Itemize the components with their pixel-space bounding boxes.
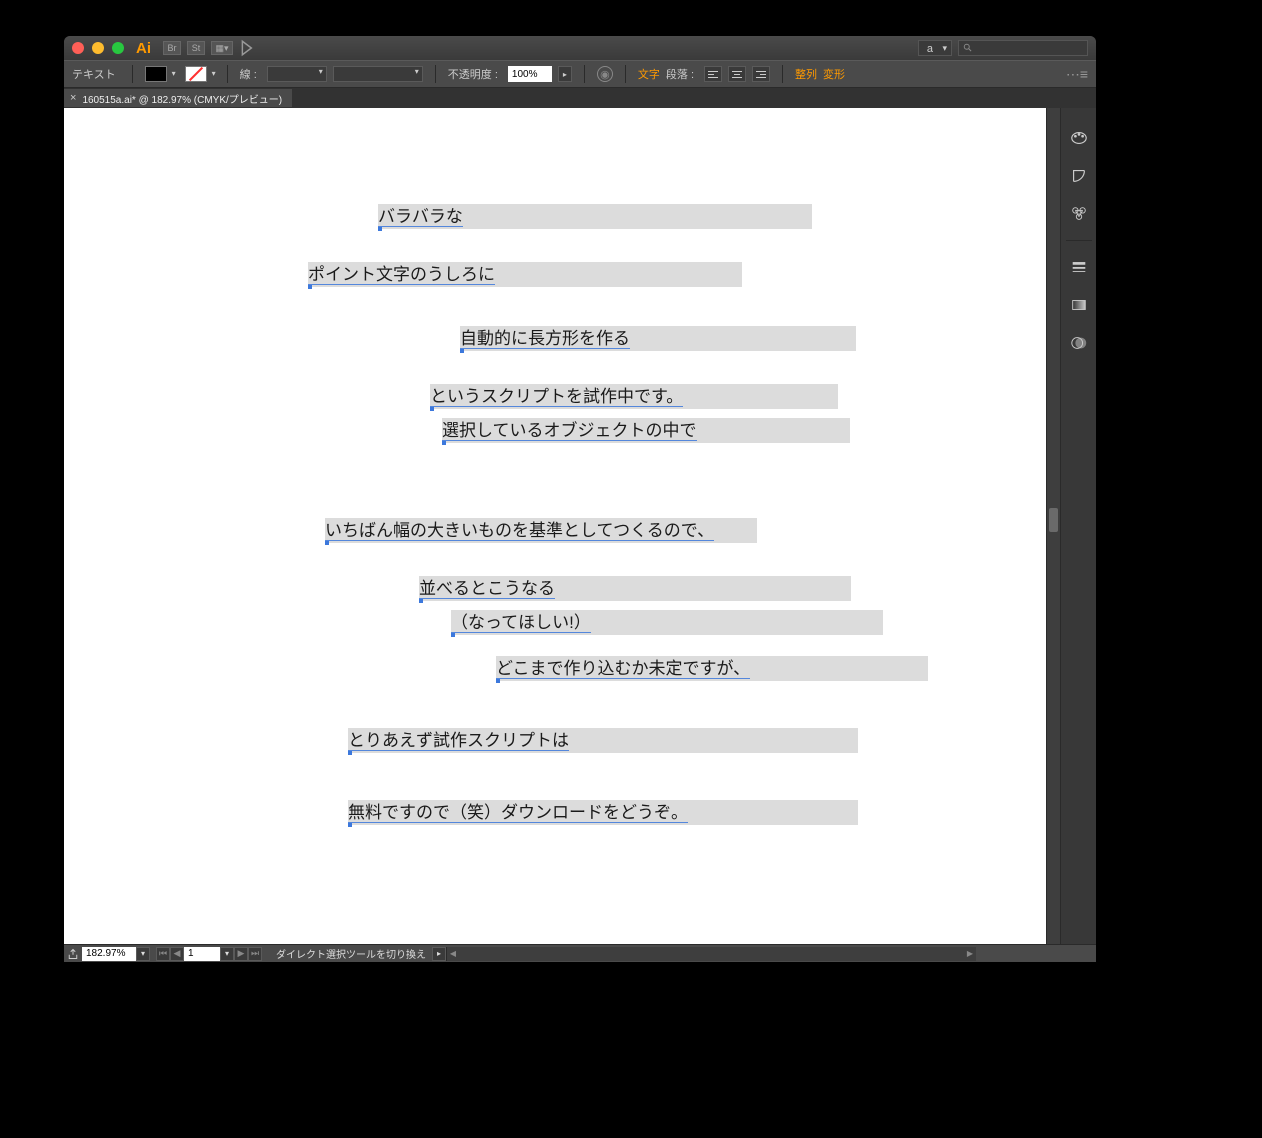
status-dropdown-arrow[interactable]: ▸	[432, 947, 446, 961]
text-anchor-handle[interactable]	[496, 679, 500, 683]
text-anchor-handle[interactable]	[460, 349, 464, 353]
workspace-switcher[interactable]: a	[918, 40, 952, 56]
align-panel-link[interactable]: 整列	[795, 66, 817, 82]
panel-dock	[1060, 108, 1096, 944]
status-text: ダイレクト選択ツールを切り換え	[276, 946, 426, 961]
transparency-panel-icon[interactable]	[1067, 331, 1091, 355]
share-icon[interactable]	[64, 947, 82, 961]
zoom-level-input[interactable]: 182.97%	[82, 947, 136, 961]
document-tab-label: 160515a.ai* @ 182.97% (CMYK/プレビュー)	[82, 91, 282, 106]
text-anchor-handle[interactable]	[419, 599, 423, 603]
title-bar: Ai Br St ▦▾ a	[64, 36, 1096, 60]
text-content: 無料ですので（笑）ダウンロードをどうぞ。	[348, 803, 688, 823]
text-content: 並べるとこうなる	[419, 579, 555, 599]
zoom-window-button[interactable]	[112, 42, 124, 54]
recolor-artwork-icon[interactable]: ◉	[597, 66, 613, 82]
document-tab[interactable]: × 160515a.ai* @ 182.97% (CMYK/プレビュー)	[64, 89, 292, 107]
selection-context-label: テキスト	[72, 66, 116, 82]
stroke-panel-icon[interactable]	[1067, 255, 1091, 279]
main-area: バラバラなポイント文字のうしろに自動的に長方形を作るというスクリプトを試作中です…	[64, 108, 1096, 944]
stroke-profile-dropdown[interactable]	[333, 66, 423, 82]
paragraph-label: 段落 :	[666, 66, 694, 82]
text-content: とりあえず試作スクリプトは	[348, 731, 569, 751]
text-object[interactable]: いちばん幅の大きいものを基準としてつくるので、	[325, 518, 757, 543]
text-object[interactable]: 無料ですので（笑）ダウンロードをどうぞ。	[348, 800, 858, 825]
gradient-panel-icon[interactable]	[1067, 293, 1091, 317]
transform-panel-link[interactable]: 変形	[823, 66, 845, 82]
gpu-preview-icon[interactable]	[239, 41, 257, 55]
opacity-input[interactable]: 100%	[508, 66, 552, 82]
character-panel-link[interactable]: 文字	[638, 66, 660, 82]
stock-icon[interactable]: St	[187, 41, 205, 55]
artboard-last-button[interactable]: ⏭	[248, 947, 262, 961]
artboard-dropdown-arrow[interactable]: ▾	[220, 947, 234, 961]
artboard-prev-button[interactable]: ◀	[170, 947, 184, 961]
zoom-dropdown-arrow[interactable]: ▾	[136, 947, 150, 961]
text-anchor-handle[interactable]	[348, 823, 352, 827]
align-center-button[interactable]	[728, 66, 746, 82]
text-object[interactable]: （なってほしい!）	[451, 610, 883, 635]
text-anchor-handle[interactable]	[308, 285, 312, 289]
text-anchor-handle[interactable]	[451, 633, 455, 637]
text-anchor-handle[interactable]	[325, 541, 329, 545]
text-object[interactable]: バラバラな	[378, 204, 812, 229]
scroll-left-arrow[interactable]: ◀	[447, 947, 459, 961]
artboard-next-button[interactable]: ▶	[234, 947, 248, 961]
text-object[interactable]: 選択しているオブジェクトの中で	[442, 418, 850, 443]
vertical-scrollbar[interactable]	[1046, 108, 1060, 944]
text-content: いちばん幅の大きいものを基準としてつくるので、	[325, 521, 714, 541]
opacity-dropdown-arrow[interactable]: ▸	[558, 66, 572, 82]
artboard-number-input[interactable]: 1	[184, 947, 220, 961]
color-guide-panel-icon[interactable]	[1067, 164, 1091, 188]
text-content: ポイント文字のうしろに	[308, 265, 495, 285]
swatches-panel-icon[interactable]	[1067, 202, 1091, 226]
text-object[interactable]: どこまで作り込むか未定ですが、	[496, 656, 928, 681]
fill-color-swatch[interactable]	[145, 66, 167, 82]
bridge-icon[interactable]: Br	[163, 41, 181, 55]
close-tab-icon[interactable]: ×	[70, 92, 76, 104]
workspace-label: a	[927, 43, 933, 55]
close-window-button[interactable]	[72, 42, 84, 54]
window-controls	[72, 42, 124, 54]
status-bar: 182.97% ▾ ⏮ ◀ 1 ▾ ▶ ⏭ ダイレクト選択ツールを切り換え ▸ …	[64, 944, 1096, 962]
arrange-documents-icon[interactable]: ▦▾	[211, 41, 233, 55]
text-content: 選択しているオブジェクトの中で	[442, 421, 697, 441]
help-search-input[interactable]	[958, 40, 1088, 56]
vertical-scroll-thumb[interactable]	[1049, 508, 1058, 532]
text-object[interactable]: 並べるとこうなる	[419, 576, 851, 601]
align-left-button[interactable]	[704, 66, 722, 82]
control-bar: テキスト 線 : 不透明度 : 100% ▸ ◉ 文字 段落 : 整列 変形 ⋯…	[64, 60, 1096, 88]
stroke-label: 線 :	[240, 66, 257, 82]
text-content: （なってほしい!）	[451, 613, 591, 633]
control-bar-flyout-icon[interactable]: ⋯≡	[1066, 66, 1088, 83]
text-object[interactable]: 自動的に長方形を作る	[460, 326, 856, 351]
minimize-window-button[interactable]	[92, 42, 104, 54]
horizontal-scrollbar[interactable]: ◀ ▶	[446, 947, 976, 961]
text-content: どこまで作り込むか未定ですが、	[496, 659, 750, 679]
stroke-weight-dropdown[interactable]	[267, 66, 327, 82]
canvas[interactable]: バラバラなポイント文字のうしろに自動的に長方形を作るというスクリプトを試作中です…	[64, 108, 1046, 944]
text-content: バラバラな	[378, 207, 463, 227]
text-anchor-handle[interactable]	[430, 407, 434, 411]
text-anchor-handle[interactable]	[378, 227, 382, 231]
scroll-right-arrow[interactable]: ▶	[964, 947, 976, 961]
stroke-color-swatch[interactable]	[185, 66, 207, 82]
artboard-first-button[interactable]: ⏮	[156, 947, 170, 961]
text-content: というスクリプトを試作中です。	[430, 387, 683, 407]
search-icon	[963, 43, 973, 53]
text-object[interactable]: ポイント文字のうしろに	[308, 262, 742, 287]
app-window: Ai Br St ▦▾ a テキスト 線 : 不透明度 : 100% ▸ ◉ 文…	[64, 36, 1096, 962]
text-object[interactable]: とりあえず試作スクリプトは	[348, 728, 858, 753]
document-tab-bar: × 160515a.ai* @ 182.97% (CMYK/プレビュー)	[64, 88, 1096, 108]
app-logo: Ai	[136, 40, 151, 57]
text-anchor-handle[interactable]	[348, 751, 352, 755]
align-right-button[interactable]	[752, 66, 770, 82]
text-object[interactable]: というスクリプトを試作中です。	[430, 384, 838, 409]
text-content: 自動的に長方形を作る	[460, 329, 630, 349]
opacity-label: 不透明度 :	[448, 66, 498, 82]
text-anchor-handle[interactable]	[442, 441, 446, 445]
color-panel-icon[interactable]	[1067, 126, 1091, 150]
